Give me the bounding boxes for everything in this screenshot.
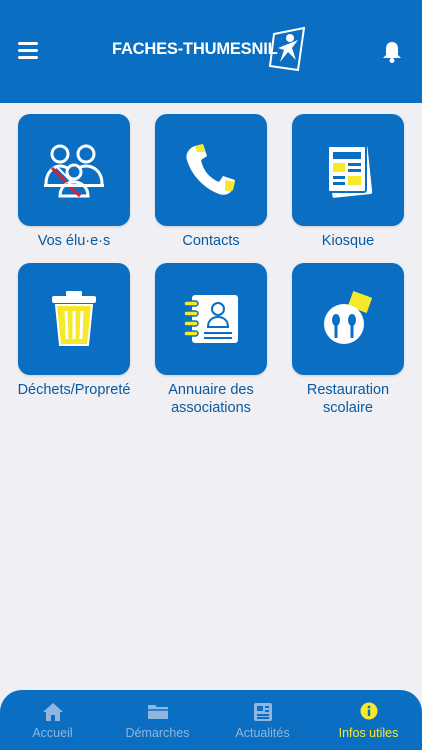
tab-label: Accueil [32,726,73,740]
tile-waste[interactable]: Déchets/Propreté [6,263,142,399]
tile-contacts[interactable]: Contacts [143,114,279,250]
tab-label: Infos utiles [338,726,399,740]
tab-home[interactable]: Accueil [0,690,105,750]
newspaper-icon [327,145,373,198]
menu-button[interactable] [18,42,40,60]
news-icon [253,703,272,721]
info-icon [360,702,377,720]
trash-bin-icon [52,291,96,346]
tab-useful-info[interactable]: Infos utiles [315,690,422,750]
app-header: FACHES-THUMESNIL [0,0,422,103]
tile-label: Kiosque [321,233,375,249]
folder-icon [147,705,168,719]
tile-school-catering[interactable]: Restauration scolaire [280,263,416,417]
tab-news[interactable]: Actualités [210,690,315,750]
tile-associations[interactable]: Annuaire des associations [143,263,279,417]
tab-label: Actualités [235,726,290,740]
city-logo: FACHES-THUMESNIL [112,26,312,72]
home-icon [42,703,63,721]
tile-label: Annuaire des associations [168,382,254,416]
bottom-tab-bar: Accueil Démarches Actualités Infos utile… [0,690,422,750]
logo-text: FACHES-THUMESNIL [112,40,278,58]
hamburger-icon [18,42,38,45]
tab-label: Démarches [125,726,190,740]
tile-kiosk[interactable]: Kiosque [280,114,416,250]
directory-icon [183,295,238,343]
tile-label: Déchets/Propreté [17,382,131,398]
cutlery-plate-icon [324,291,373,344]
elected-officials-icon [44,144,104,198]
tile-label: Contacts [182,233,240,249]
logo-figure-icon [268,26,306,72]
tile-label: Vos élu·e·s [37,233,111,249]
tile-label: Restauration scolaire [306,382,390,416]
tile-elected-officials[interactable]: Vos élu·e·s [6,114,142,250]
tab-procedures[interactable]: Démarches [105,690,210,750]
bell-icon[interactable] [380,40,404,64]
phone-icon [186,144,235,195]
